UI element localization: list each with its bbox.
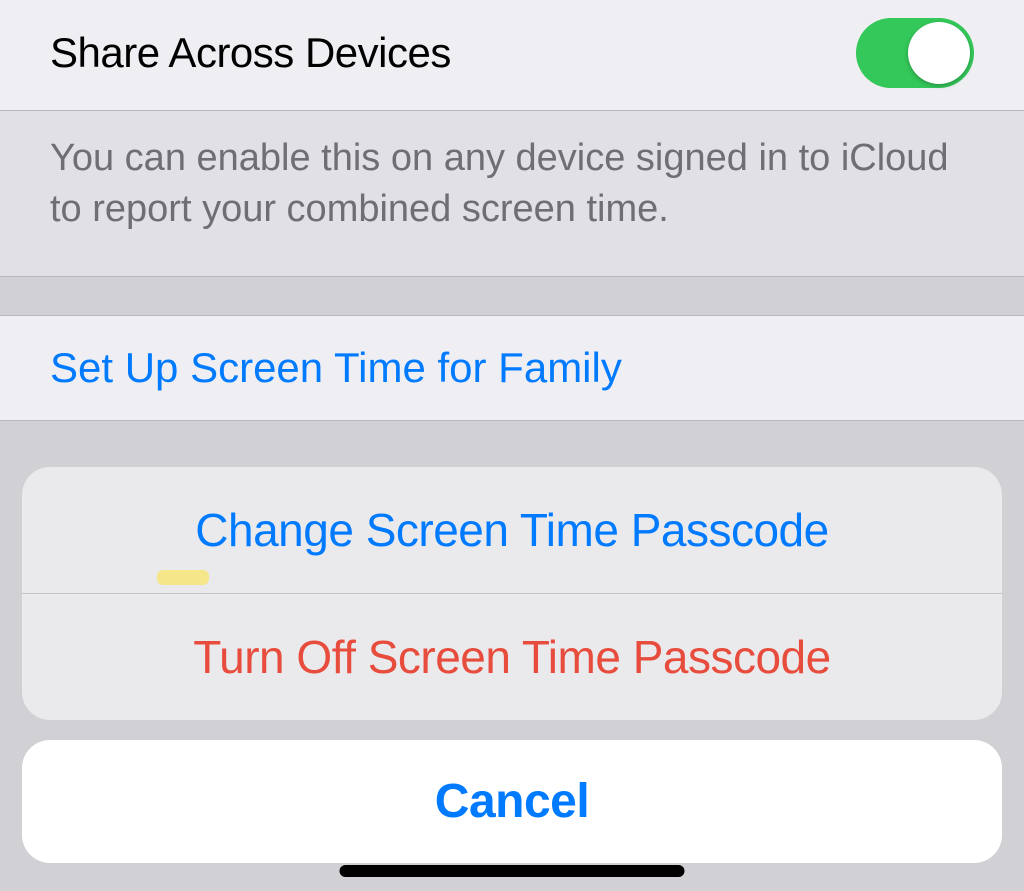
share-across-devices-label: Share Across Devices	[50, 29, 451, 77]
action-sheet: Change Screen Time Passcode Turn Off Scr…	[22, 467, 1002, 863]
share-across-devices-row: Share Across Devices	[0, 0, 1024, 111]
highlight-mark	[157, 570, 209, 585]
toggle-knob	[908, 22, 970, 84]
action-sheet-options: Change Screen Time Passcode Turn Off Scr…	[22, 467, 1002, 720]
setup-family-row[interactable]: Set Up Screen Time for Family	[0, 315, 1024, 421]
change-passcode-label: Change Screen Time Passcode	[195, 504, 828, 556]
settings-list: Share Across Devices You can enable this…	[0, 0, 1024, 421]
action-sheet-cancel-group: Cancel	[22, 740, 1002, 863]
change-passcode-option[interactable]: Change Screen Time Passcode	[22, 467, 1002, 594]
share-across-devices-toggle[interactable]	[856, 18, 974, 88]
cancel-button[interactable]: Cancel	[22, 740, 1002, 863]
turn-off-passcode-label: Turn Off Screen Time Passcode	[193, 631, 830, 683]
share-footer-text: You can enable this on any device signed…	[0, 111, 1024, 277]
turn-off-passcode-option[interactable]: Turn Off Screen Time Passcode	[22, 594, 1002, 720]
home-indicator[interactable]	[340, 865, 685, 877]
section-gap	[0, 277, 1024, 315]
